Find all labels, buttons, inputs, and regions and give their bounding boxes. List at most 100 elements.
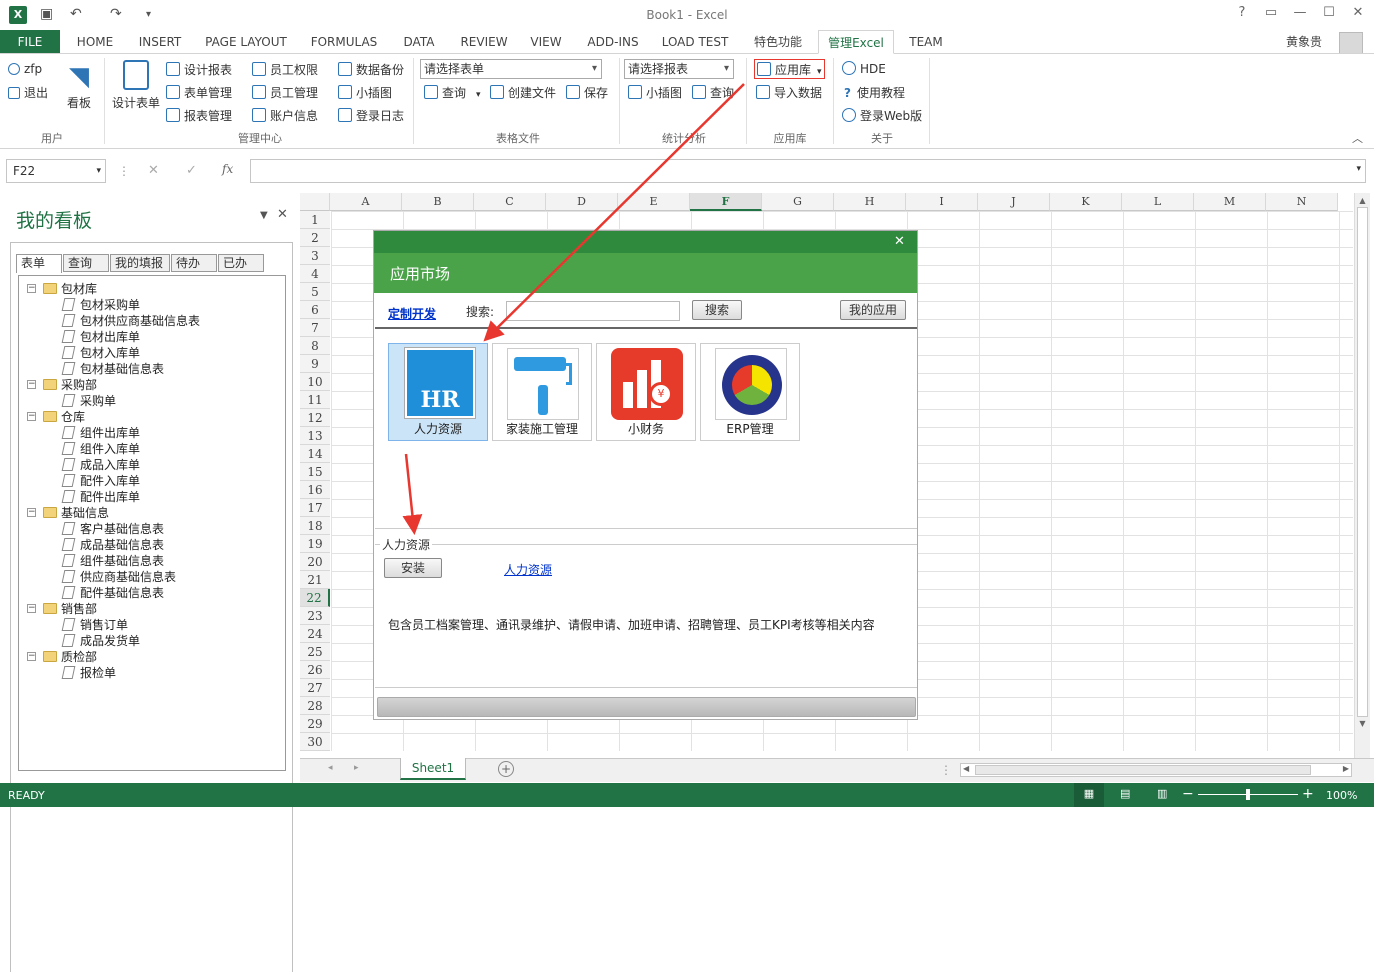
import-data-button[interactable]: 导入数据 <box>756 84 822 101</box>
pane-tab-my-submissions[interactable]: 我的填报 <box>110 254 170 272</box>
scroll-up-icon[interactable]: ▲ <box>1355 196 1370 205</box>
horizontal-scrollbar[interactable]: ◀ ▶ <box>960 763 1352 777</box>
logout-button[interactable]: 退出 <box>8 84 48 101</box>
custom-dev-link[interactable]: 定制开发 <box>388 305 436 322</box>
create-file-button[interactable]: 创建文件 <box>490 84 556 101</box>
row-header[interactable]: 13 <box>300 427 330 445</box>
zoom-thumb[interactable] <box>1246 789 1250 800</box>
tab-view[interactable]: VIEW <box>524 30 568 54</box>
row-header[interactable]: 21 <box>300 571 330 589</box>
tab-add-ins[interactable]: ADD-INS <box>582 30 644 54</box>
tab-special-features[interactable]: 特色功能 <box>744 30 812 54</box>
search-input[interactable] <box>506 301 680 321</box>
prev-sheet-icon[interactable]: ◂ <box>328 763 333 773</box>
row-header[interactable]: 18 <box>300 517 330 535</box>
tree-item[interactable]: 包材供应商基础信息表 <box>61 312 200 329</box>
app-card-finance[interactable]: ¥ 小财务 <box>596 343 696 441</box>
row-header[interactable]: 29 <box>300 715 330 733</box>
column-header[interactable]: D <box>546 193 618 211</box>
column-header[interactable]: L <box>1122 193 1194 211</box>
row-header[interactable]: 23 <box>300 607 330 625</box>
tree-item[interactable]: 供应商基础信息表 <box>61 568 176 585</box>
pane-tab-forms[interactable]: 表单 <box>16 254 62 273</box>
scroll-down-icon[interactable]: ▼ <box>1355 719 1370 728</box>
column-header[interactable]: K <box>1050 193 1122 211</box>
pane-close-icon[interactable]: ✕ <box>277 207 288 222</box>
tree-folder[interactable]: 质检部 <box>43 648 97 665</box>
column-header[interactable]: C <box>474 193 546 211</box>
row-header[interactable]: 3 <box>300 247 330 265</box>
row-header[interactable]: 20 <box>300 553 330 571</box>
row-header[interactable]: 1 <box>300 211 330 229</box>
tab-formulas[interactable]: FORMULAS <box>306 30 382 54</box>
tree-folder[interactable]: 基础信息 <box>43 504 109 521</box>
zoom-in-icon[interactable]: + <box>1302 786 1314 802</box>
select-all-corner[interactable] <box>300 193 330 211</box>
my-apps-button[interactable]: 我的应用 <box>840 300 906 320</box>
tree-item[interactable]: 销售订单 <box>61 616 128 633</box>
tab-home[interactable]: HOME <box>70 30 120 54</box>
customize-qat-icon[interactable]: ▾ <box>146 9 151 20</box>
tree-collapse-icon[interactable]: − <box>27 412 36 421</box>
row-header[interactable]: 28 <box>300 697 330 715</box>
tree-item[interactable]: 组件基础信息表 <box>61 552 164 569</box>
sheet-splitter-icon[interactable]: ⋮ <box>940 763 952 777</box>
tree-item[interactable]: 成品入库单 <box>61 456 140 473</box>
tab-load-test[interactable]: LOAD TEST <box>656 30 734 54</box>
tree-item[interactable]: 包材采购单 <box>61 296 140 313</box>
enter-icon[interactable]: ✓ <box>186 163 197 178</box>
zoom-level[interactable]: 100% <box>1326 789 1357 802</box>
tab-team[interactable]: TEAM <box>900 30 952 54</box>
form-mgmt-button[interactable]: 表单管理 <box>166 84 232 101</box>
board-button[interactable]: ◥ 看板 <box>64 62 94 111</box>
row-header[interactable]: 14 <box>300 445 330 463</box>
tree-collapse-icon[interactable]: − <box>27 284 36 293</box>
app-lib-button[interactable]: 应用库 ▾ <box>754 59 825 79</box>
app-card-erp[interactable]: ERP管理 <box>700 343 800 441</box>
help-icon[interactable]: ? <box>1232 5 1252 20</box>
tree-folder[interactable]: 销售部 <box>43 600 97 617</box>
detail-app-link[interactable]: 人力资源 <box>504 561 552 578</box>
row-header[interactable]: 26 <box>300 661 330 679</box>
tree-collapse-icon[interactable]: − <box>27 508 36 517</box>
add-sheet-icon[interactable]: + <box>498 761 514 777</box>
login-button[interactable]: zfp <box>8 62 42 76</box>
scroll-thumb[interactable] <box>1357 207 1368 717</box>
tree-item[interactable]: 配件出库单 <box>61 488 140 505</box>
emp-perm-button[interactable]: 员工权限 <box>252 61 318 78</box>
design-form-button[interactable]: 设计表单 <box>110 60 162 111</box>
zoom-slider[interactable] <box>1198 789 1298 800</box>
tree-item[interactable]: 组件出库单 <box>61 424 140 441</box>
column-header[interactable]: E <box>618 193 690 211</box>
app-card-home-decor[interactable]: 家装施工管理 <box>492 343 592 441</box>
tab-file[interactable]: FILE <box>0 30 60 54</box>
acct-info-button[interactable]: 账户信息 <box>252 107 318 124</box>
row-header[interactable]: 22 <box>300 589 330 607</box>
user-name[interactable]: 黄象贵 <box>1278 30 1330 54</box>
pane-tab-todo[interactable]: 待办 <box>171 254 217 272</box>
query-button[interactable]: 查询 ▾ <box>424 84 481 101</box>
row-header[interactable]: 25 <box>300 643 330 661</box>
column-header[interactable]: J <box>978 193 1050 211</box>
formula-input[interactable]: ▾ <box>250 159 1366 183</box>
emp-mgmt-button[interactable]: 员工管理 <box>252 84 318 101</box>
tree-item[interactable]: 包材基础信息表 <box>61 360 164 377</box>
column-header[interactable]: G <box>762 193 834 211</box>
column-header[interactable]: M <box>1194 193 1266 211</box>
column-header[interactable]: N <box>1266 193 1338 211</box>
row-header[interactable]: 10 <box>300 373 330 391</box>
row-header[interactable]: 7 <box>300 319 330 337</box>
zoom-out-icon[interactable]: − <box>1182 786 1194 802</box>
tree-item[interactable]: 成品基础信息表 <box>61 536 164 553</box>
tree-collapse-icon[interactable]: − <box>27 652 36 661</box>
scroll-left-icon[interactable]: ◀ <box>963 764 969 773</box>
page-layout-view-icon[interactable]: ▤ <box>1120 787 1130 800</box>
tab-insert[interactable]: INSERT <box>132 30 188 54</box>
tab-page-layout[interactable]: PAGE LAYOUT <box>200 30 292 54</box>
row-header[interactable]: 5 <box>300 283 330 301</box>
row-header[interactable]: 2 <box>300 229 330 247</box>
row-header[interactable]: 4 <box>300 265 330 283</box>
tree-item[interactable]: 包材入库单 <box>61 344 140 361</box>
collapse-ribbon-icon[interactable]: ︿ <box>1352 130 1363 146</box>
row-header[interactable]: 17 <box>300 499 330 517</box>
